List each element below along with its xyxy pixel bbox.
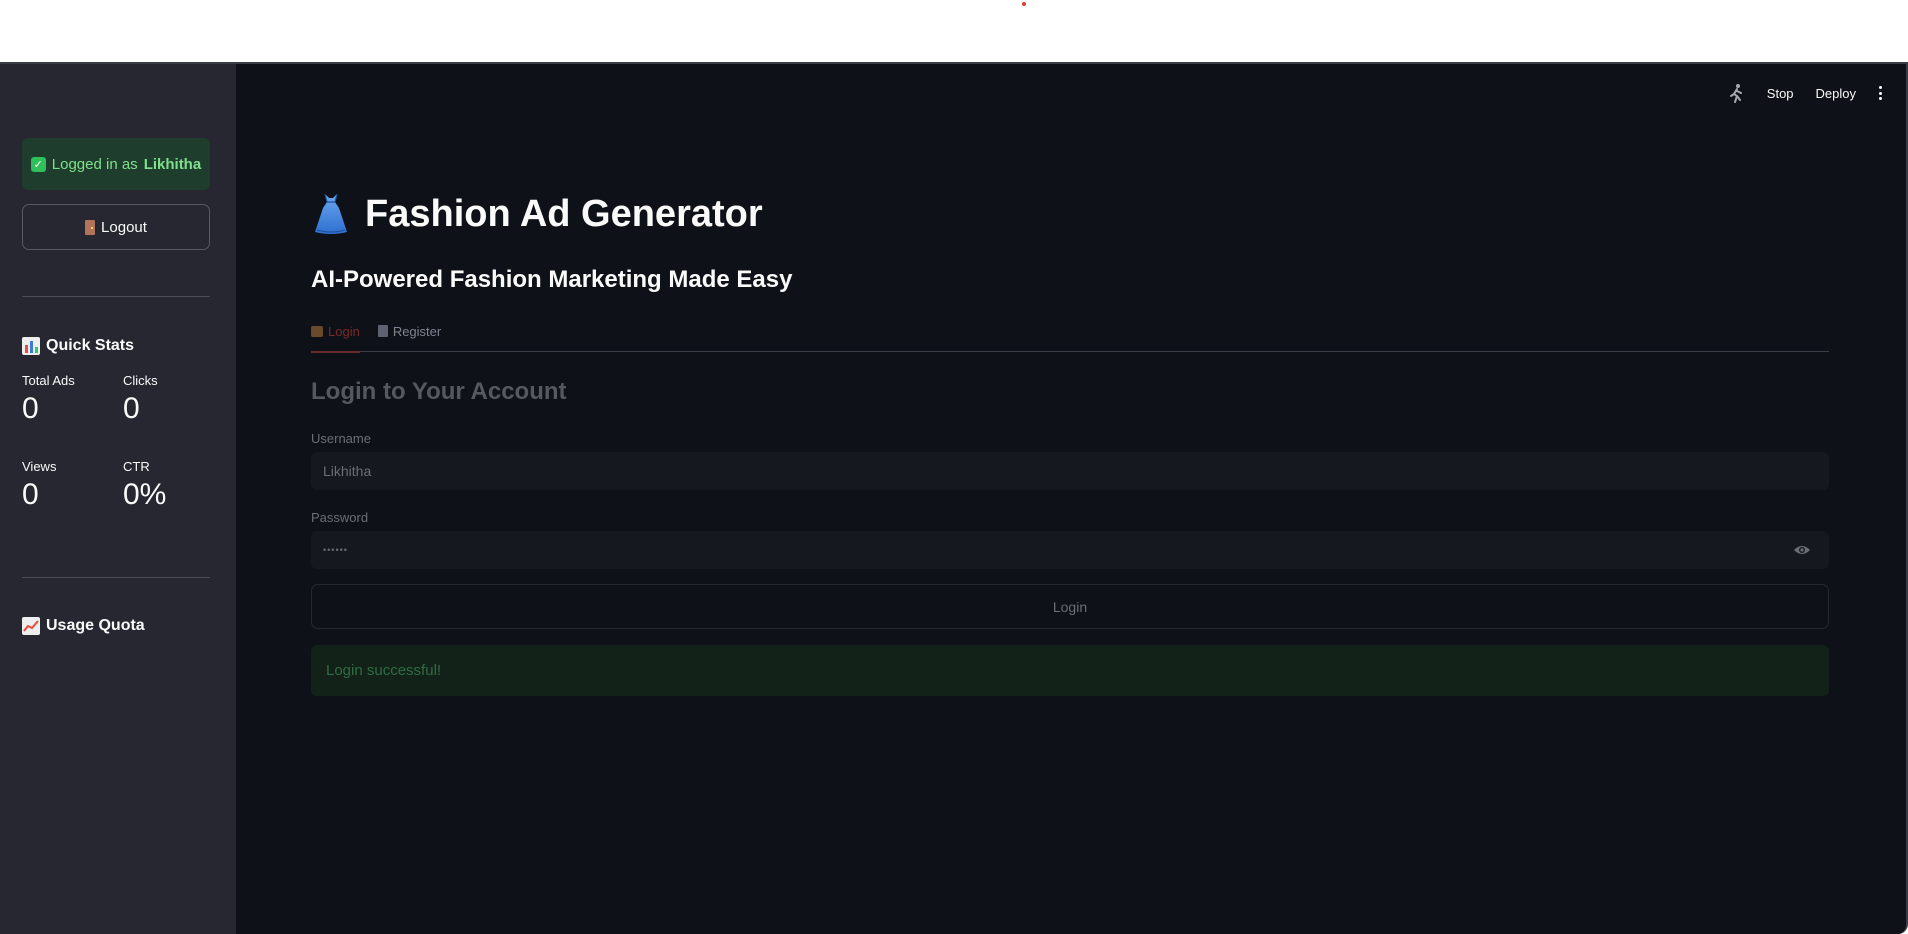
username-label: Username bbox=[311, 431, 371, 446]
tab-register[interactable]: Register bbox=[377, 324, 442, 352]
more-menu-icon[interactable] bbox=[1878, 86, 1882, 100]
password-field[interactable]: •••••• bbox=[311, 531, 1829, 569]
stat-ctr: CTR 0% bbox=[123, 459, 166, 512]
header-toolbar: Stop Deploy bbox=[1727, 82, 1882, 104]
stat-value: 0 bbox=[22, 392, 39, 425]
quick-stats-title: Quick Stats bbox=[46, 337, 135, 354]
stat-clicks: Clicks 0 bbox=[123, 373, 158, 426]
sidebar: ✓ Logged in as Likhitha Logout Quick Sta… bbox=[0, 64, 236, 934]
title-row: Fashion Ad Generator bbox=[311, 192, 763, 236]
dress-icon bbox=[315, 193, 347, 234]
stat-value: 0 bbox=[22, 478, 39, 511]
streamlit-app: ✓ Logged in as Likhitha Logout Quick Sta… bbox=[0, 62, 1908, 934]
success-message: Login successful! bbox=[326, 662, 442, 679]
eye-icon[interactable] bbox=[1793, 544, 1811, 556]
sidebar-divider bbox=[22, 296, 210, 297]
tab-label: Register bbox=[392, 324, 442, 339]
check-icon: ✓ bbox=[30, 156, 46, 172]
form-heading: Login to Your Account bbox=[311, 378, 567, 405]
login-button[interactable]: Login bbox=[311, 584, 1829, 629]
stat-value: 0% bbox=[123, 478, 167, 511]
page-subtitle: AI-Powered Fashion Marketing Made Easy bbox=[311, 266, 793, 293]
auth-tabs: Login Register bbox=[311, 324, 1829, 353]
bar-chart-icon bbox=[22, 337, 40, 355]
logout-button[interactable]: Logout bbox=[22, 204, 210, 250]
usage-quota-heading: Usage Quota bbox=[22, 617, 145, 635]
tab-label: Login bbox=[328, 324, 360, 339]
deploy-button[interactable]: Deploy bbox=[1816, 86, 1856, 101]
document-icon bbox=[377, 325, 388, 337]
indicator-dot bbox=[1022, 2, 1026, 6]
line-chart-icon bbox=[22, 617, 40, 635]
tab-login[interactable]: Login bbox=[311, 324, 360, 353]
browser-top-area bbox=[0, 0, 1908, 62]
sidebar-divider bbox=[22, 577, 210, 578]
stat-label: CTR bbox=[123, 459, 150, 474]
logged-in-prefix: Logged in as bbox=[51, 155, 138, 173]
running-icon bbox=[1727, 83, 1745, 103]
usage-quota-title: Usage Quota bbox=[46, 617, 145, 634]
stop-button[interactable]: Stop bbox=[1767, 86, 1794, 101]
stat-value: 0 bbox=[123, 392, 140, 425]
page-title: Fashion Ad Generator bbox=[365, 192, 763, 235]
lock-icon bbox=[311, 326, 323, 337]
logout-label: Logout bbox=[101, 218, 147, 236]
success-alert: Login successful! bbox=[311, 645, 1829, 696]
password-value: •••••• bbox=[323, 545, 348, 555]
logged-in-username: Likhitha bbox=[143, 155, 202, 173]
stat-label: Total Ads bbox=[22, 373, 75, 388]
quick-stats-heading: Quick Stats bbox=[22, 337, 134, 355]
stat-label: Clicks bbox=[123, 373, 158, 388]
stat-total-ads: Total Ads 0 bbox=[22, 373, 75, 426]
logged-in-badge: ✓ Logged in as Likhitha bbox=[22, 138, 210, 190]
password-label: Password bbox=[311, 510, 369, 525]
username-value: Likhitha bbox=[323, 463, 372, 479]
stat-views: Views 0 bbox=[22, 459, 56, 512]
door-icon bbox=[85, 219, 96, 235]
username-field[interactable]: Likhitha bbox=[311, 452, 1829, 490]
stat-label: Views bbox=[22, 459, 57, 474]
